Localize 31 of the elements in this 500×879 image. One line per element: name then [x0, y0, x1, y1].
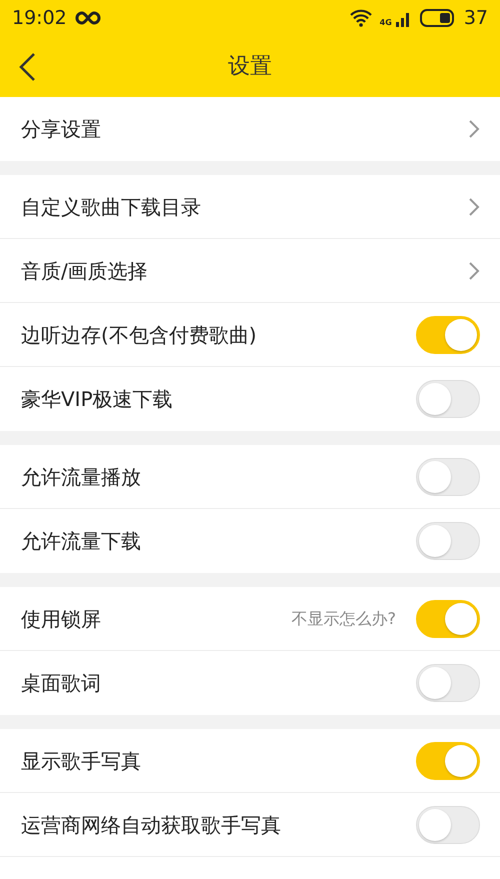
status-time: 19:02	[12, 6, 67, 31]
setting-label: 分享设置	[21, 116, 102, 143]
chevron-right-icon[interactable]	[468, 196, 480, 216]
network-type: 4G	[380, 19, 392, 27]
toggle-switch[interactable]	[416, 664, 480, 702]
toggle-switch[interactable]	[416, 742, 480, 780]
setting-label: 运营商网络自动获取歌手写真	[21, 812, 282, 838]
battery-percentage: 37	[464, 6, 488, 31]
setting-label: 桌面歌词	[21, 670, 102, 697]
setting-label: 边听边存(不包含付费歌曲)	[21, 322, 258, 348]
setting-label: 豪华VIP极速下载	[21, 386, 174, 413]
setting-label: 使用锁屏	[21, 606, 102, 632]
setting-label: 允许流量下载	[21, 528, 142, 555]
wifi-icon	[350, 9, 372, 27]
toggle-switch[interactable]	[416, 522, 480, 560]
setting-label: 显示歌手写真	[21, 748, 142, 774]
help-link[interactable]: 不显示怎么办?	[292, 606, 396, 630]
page-title: 设置	[228, 53, 272, 81]
infinity-icon	[74, 11, 101, 25]
chevron-right-icon[interactable]	[468, 119, 480, 139]
setting-label: 允许流量播放	[21, 464, 142, 490]
battery-icon	[420, 8, 456, 28]
chevron-right-icon[interactable]	[468, 260, 480, 280]
back-icon[interactable]	[18, 52, 36, 82]
toggle-switch[interactable]	[416, 458, 480, 496]
setting-label: 音质/画质选择	[21, 258, 149, 284]
toggle-switch[interactable]	[416, 316, 480, 354]
setting-label: 自定义歌曲下载目录	[21, 194, 202, 220]
toggle-switch[interactable]	[416, 600, 480, 638]
toggle-switch[interactable]	[416, 380, 480, 418]
toggle-switch[interactable]	[416, 806, 480, 844]
